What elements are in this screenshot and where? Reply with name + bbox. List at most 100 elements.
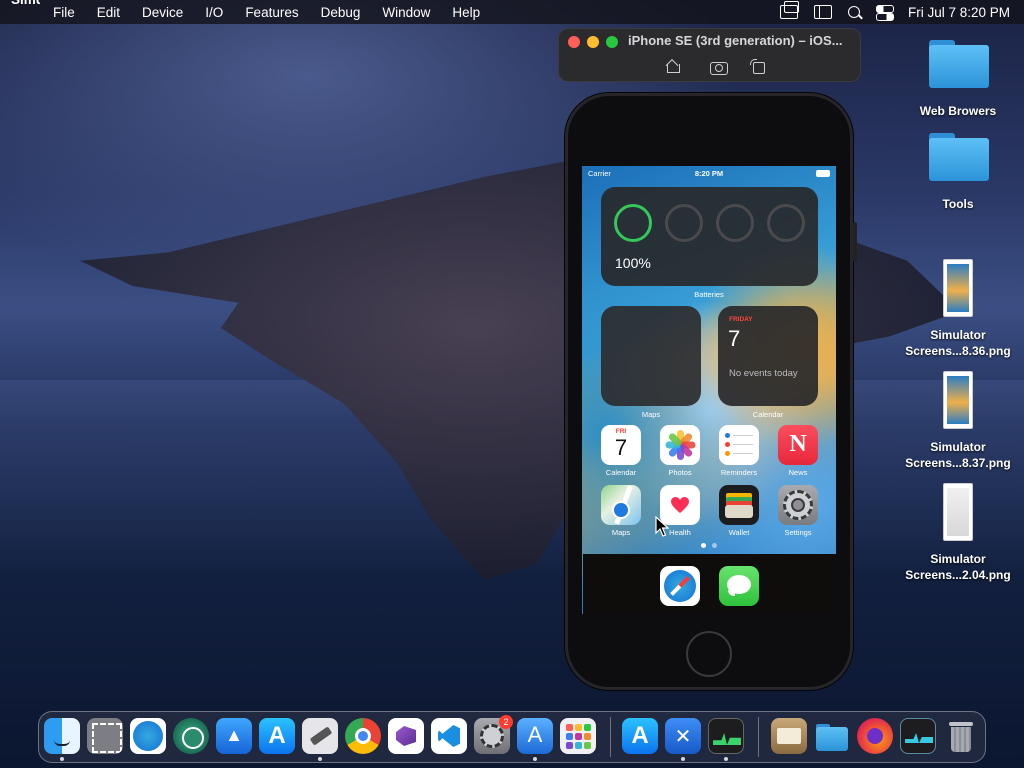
menu-file[interactable]: File [42,5,86,20]
app-label-wallet: Wallet [728,528,750,537]
messages-icon[interactable] [719,566,759,606]
menu-edit[interactable]: Edit [86,5,131,20]
menu-features[interactable]: Features [234,5,309,20]
app-store-icon[interactable] [622,718,658,754]
home-button[interactable] [686,631,732,677]
desktop-item-screenshot-3[interactable]: Simulator Screens...2.04.png [898,551,1018,583]
simulator-window-toolbar: iPhone SE (3rd generation) – iOS... [558,28,861,82]
time-machine-icon[interactable] [173,718,209,754]
screenshot-icon[interactable] [709,59,728,75]
vpn-icon[interactable] [216,718,252,754]
running-indicator [60,757,64,761]
folder-icon[interactable] [814,718,850,754]
calendar-app-icon[interactable]: FRI 7 [601,425,641,465]
mouse-pointer-icon [655,516,669,537]
folder-icon[interactable] [929,133,989,181]
window-close-button[interactable] [568,36,580,48]
desktop-item-screenshot-1[interactable]: Simulator Screens...8.36.png [898,327,1018,359]
maps-widget[interactable] [601,306,701,406]
firefox-icon[interactable] [857,718,893,754]
file-name-line2: Screens...2.04.png [905,568,1011,582]
xcode-dev-icon[interactable] [517,718,553,754]
screen-mirroring-icon[interactable] [779,1,799,19]
visual-studio-icon[interactable] [388,718,424,754]
dock-separator [610,717,611,757]
maps-app-icon[interactable] [601,485,641,525]
tool-icon[interactable] [302,718,338,754]
vscode-icon[interactable] [431,718,467,754]
archive-utility-icon[interactable] [771,718,807,754]
finder-icon[interactable] [44,718,80,754]
activity-monitor-icon[interactable] [708,718,744,754]
safari-icon[interactable] [660,566,700,606]
sidebar-icon[interactable] [813,5,832,19]
running-indicator [724,757,728,761]
reminders-row [725,433,753,438]
folder-icon[interactable] [929,40,989,88]
reminders-row [725,442,753,447]
file-name-line2: Screens...8.36.png [905,344,1011,358]
wallet-pocket [725,505,753,518]
side-button [853,222,857,262]
window-minimize-button[interactable] [587,36,599,48]
notification-badge: 2 [499,715,513,729]
home-icon[interactable] [664,59,682,73]
calendar-widget-day: FRIDAY [729,316,753,323]
app-label-maps: Maps [611,528,631,537]
desktop-item-screenshot-2[interactable]: Simulator Screens...8.37.png [898,439,1018,471]
app-store-icon[interactable] [259,718,295,754]
menu-app-name[interactable]: Simulator [0,0,40,32]
menu-device[interactable]: Device [131,5,194,20]
ios-status-bar: Carrier 8:20 PM [582,166,836,180]
chrome-icon[interactable] [345,718,381,754]
trash-icon[interactable] [943,718,979,754]
iphone-screen: Carrier 8:20 PM 100% Batteries Maps FRID… [582,166,836,614]
menu-clock[interactable]: Fri Jul 7 8:20 PM [908,5,1010,20]
status-time: 8:20 PM [694,169,724,178]
battery-ring-icon [716,204,754,242]
page-dot [712,543,717,548]
news-app-icon[interactable] [778,425,818,465]
wallet-app-icon[interactable] [719,485,759,525]
file-name-line1: Simulator [930,328,986,342]
screenshot-icon[interactable] [87,718,123,754]
photos-app-icon[interactable] [660,425,700,465]
calendar-widget-date: 7 [728,326,741,351]
calendar-widget[interactable]: FRIDAY 7 No events today [718,306,818,406]
desktop-item-web-browers[interactable]: Web Browers [898,103,1018,119]
file-name-line1: Simulator [930,552,986,566]
battery-percent: 100% [615,255,651,271]
reminders-row [725,451,753,456]
page-dot [701,543,706,548]
file-name-line1: Simulator [930,440,986,454]
settings-app-icon[interactable] [778,485,818,525]
menu-help[interactable]: Help [441,5,491,20]
spotlight-search-icon[interactable] [847,6,860,18]
safari-icon[interactable] [130,718,166,754]
menu-debug[interactable]: Debug [310,5,372,20]
battery-ring-icon [665,204,703,242]
desktop-item-tools[interactable]: Tools [898,196,1018,212]
widget-label-batteries: Batteries [694,290,724,299]
image-file-icon[interactable] [943,483,973,541]
page-indicator[interactable] [582,543,836,548]
image-file-icon[interactable] [943,371,973,429]
calendar-app-day: FRI [615,428,627,435]
launchpad-icon[interactable] [560,718,596,754]
menu-io[interactable]: I/O [194,5,234,20]
reminders-app-icon[interactable] [719,425,759,465]
activity-monitor-icon[interactable] [900,718,936,754]
window-zoom-button[interactable] [606,36,618,48]
rotate-icon[interactable] [749,59,767,74]
app-label-settings: Settings [784,528,812,537]
app-label-news: News [788,468,808,477]
xcode-icon[interactable] [665,718,701,754]
control-center-icon[interactable] [875,5,894,21]
menu-window[interactable]: Window [371,5,441,20]
dock-separator [758,717,759,757]
app-label-reminders: Reminders [720,468,758,477]
image-file-icon[interactable] [943,259,973,317]
batteries-widget[interactable]: 100% [601,187,818,286]
menu-bar: Simulator File Edit Device I/O Features … [0,0,1024,24]
calendar-widget-no-events: No events today [729,368,798,379]
